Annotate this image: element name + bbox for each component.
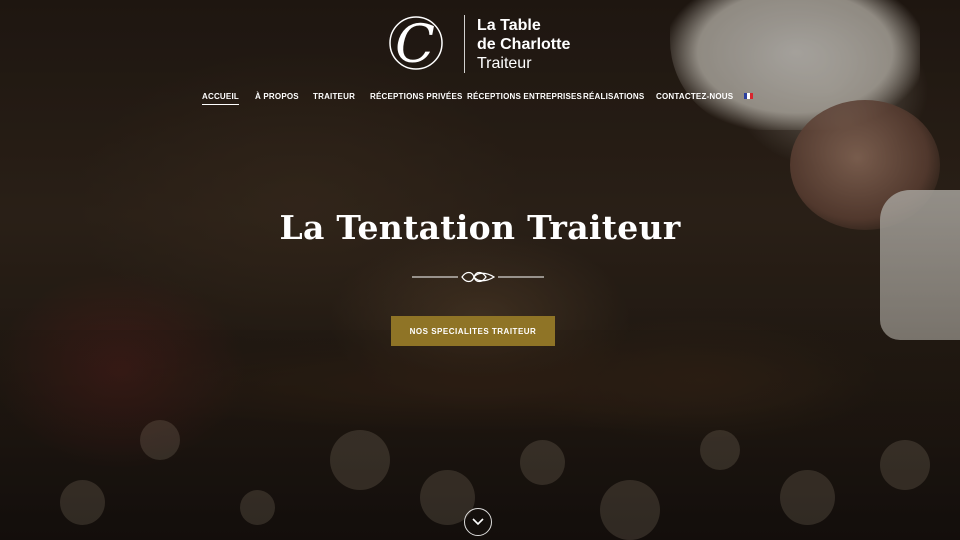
hero-title: La Tentation Traiteur	[279, 208, 681, 247]
brand-line-1: La Table	[477, 16, 541, 34]
brand-line-2: de Charlotte	[477, 35, 571, 53]
nav-item-traiteur[interactable]: TRAITEUR	[313, 92, 355, 101]
flag-red-stripe	[750, 93, 753, 99]
nav-item-contactez-nous[interactable]: CONTACTEZ-NOUS	[656, 92, 733, 101]
nav-item-realisations[interactable]: RÉALISATIONS	[583, 92, 644, 101]
fr-flag-icon[interactable]	[744, 93, 753, 99]
monogram-logo-icon: C	[389, 15, 443, 75]
brand-line-3: Traiteur	[477, 54, 532, 72]
nav-item-a-propos[interactable]: À PROPOS	[255, 92, 299, 101]
logo-text: La Table de Charlotte Traiteur	[477, 16, 570, 73]
site-header: C La Table de Charlotte Traiteur ACCUEIL…	[0, 0, 960, 120]
nav-item-receptions-privees[interactable]: RÉCEPTIONS PRIVÉES	[370, 92, 463, 101]
ornament-divider-icon	[412, 271, 544, 283]
nav-item-accueil[interactable]: ACCUEIL	[202, 92, 239, 105]
main-navigation: ACCUEIL À PROPOS TRAITEUR RÉCEPTIONS PRI…	[0, 92, 960, 106]
nav-item-receptions-entreprises[interactable]: RÉCEPTIONS ENTREPRISES	[467, 92, 582, 101]
scroll-down-button[interactable]	[464, 508, 492, 536]
logo-divider	[464, 15, 465, 73]
chevron-down-icon	[472, 518, 484, 526]
monogram-letter: C	[395, 15, 435, 75]
specialties-cta-button[interactable]: NOS SPECIALITES TRAITEUR	[391, 316, 555, 346]
site-logo[interactable]: C La Table de Charlotte Traiteur	[388, 12, 578, 76]
